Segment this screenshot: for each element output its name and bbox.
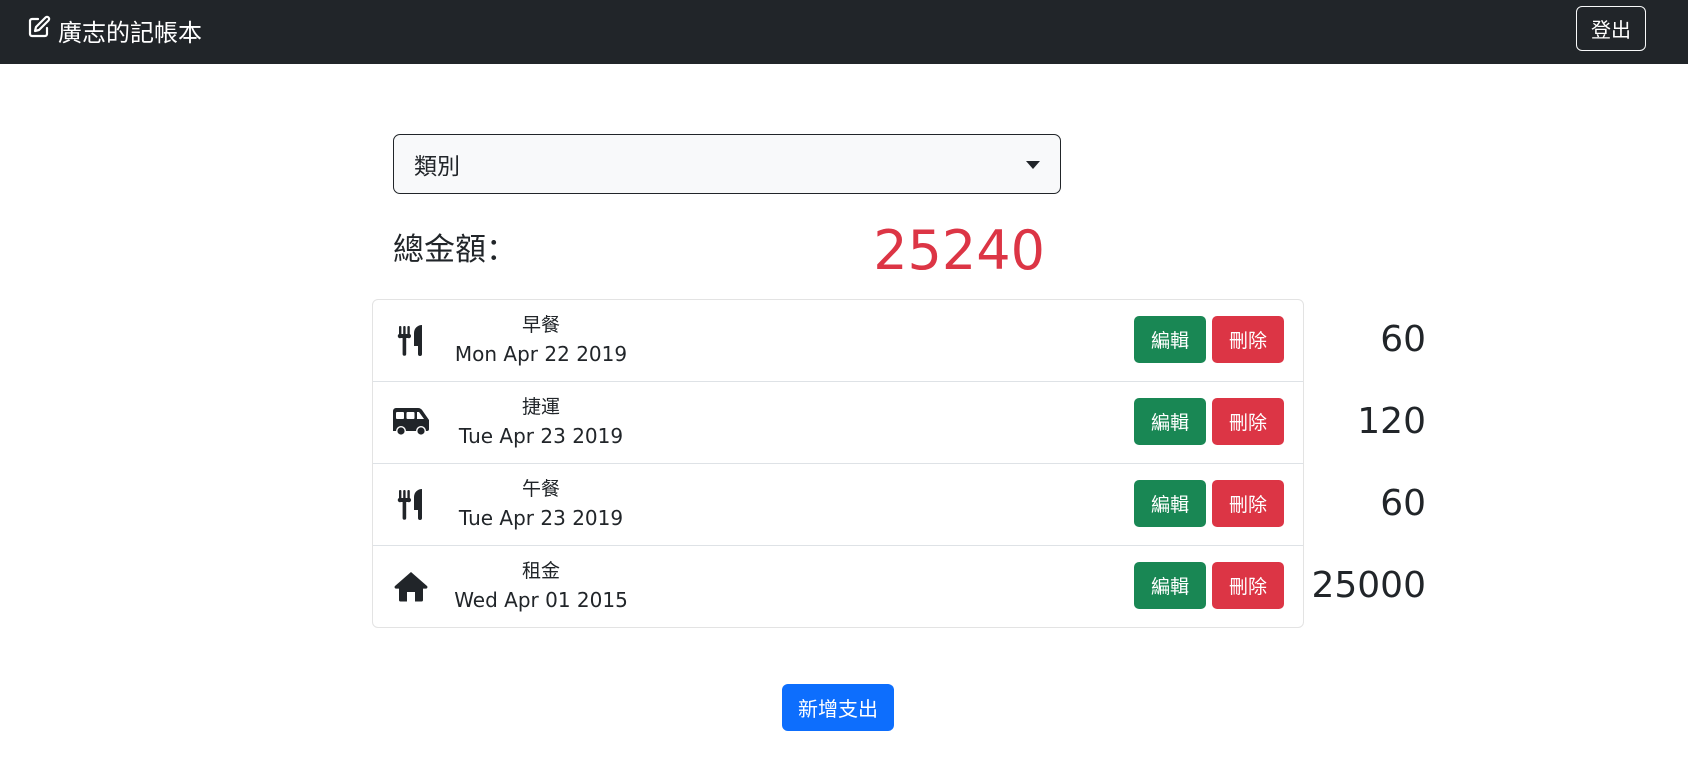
logout-button[interactable]: 登出 bbox=[1576, 6, 1646, 51]
total-amount: 25240 bbox=[873, 219, 1045, 282]
category-select[interactable]: 類別 bbox=[393, 134, 1061, 194]
brand-title: 廣志的記帳本 bbox=[58, 18, 202, 47]
edit-button[interactable]: 編輯 bbox=[1134, 562, 1206, 609]
edit-button[interactable]: 編輯 bbox=[1134, 398, 1206, 445]
home-icon bbox=[391, 568, 431, 604]
delete-button[interactable]: 刪除 bbox=[1212, 398, 1284, 445]
expense-row: 早餐 Mon Apr 22 2019 60 編輯 刪除 bbox=[373, 300, 1426, 382]
total-label: 總金額： bbox=[393, 232, 517, 268]
expense-name: 早餐 bbox=[521, 314, 560, 336]
expense-info: 早餐 Mon Apr 22 2019 bbox=[441, 311, 641, 369]
expense-date: Mon Apr 22 2019 bbox=[454, 342, 628, 366]
add-expense-button[interactable]: 新增支出 bbox=[782, 684, 894, 731]
brand[interactable]: 廣志的記帳本 bbox=[27, 13, 202, 47]
caret-down-icon bbox=[1026, 161, 1040, 169]
expense-info: 租金 Wed Apr 01 2015 bbox=[441, 557, 641, 615]
expense-date: Tue Apr 23 2019 bbox=[458, 506, 624, 530]
delete-button[interactable]: 刪除 bbox=[1212, 316, 1284, 363]
expense-row: 租金 Wed Apr 01 2015 25000 編輯 刪除 bbox=[373, 546, 1426, 627]
utensils-icon bbox=[391, 322, 431, 358]
expense-row: 午餐 Tue Apr 23 2019 60 編輯 刪除 bbox=[373, 464, 1426, 546]
utensils-icon bbox=[391, 486, 431, 522]
delete-button[interactable]: 刪除 bbox=[1212, 562, 1284, 609]
expense-info: 午餐 Tue Apr 23 2019 bbox=[441, 475, 641, 533]
expense-name: 捷運 bbox=[521, 396, 560, 418]
edit-button[interactable]: 編輯 bbox=[1134, 480, 1206, 527]
category-select-value: 類別 bbox=[414, 154, 460, 180]
shuttle-van-icon bbox=[391, 404, 431, 440]
expense-date: Tue Apr 23 2019 bbox=[458, 424, 624, 448]
expense-name: 租金 bbox=[521, 560, 560, 582]
expense-info: 捷運 Tue Apr 23 2019 bbox=[441, 393, 641, 451]
expense-date: Wed Apr 01 2015 bbox=[454, 588, 628, 612]
edit-button[interactable]: 編輯 bbox=[1134, 316, 1206, 363]
expense-name: 午餐 bbox=[521, 478, 560, 500]
expense-row: 捷運 Tue Apr 23 2019 120 編輯 刪除 bbox=[373, 382, 1426, 464]
edit-icon bbox=[27, 15, 58, 45]
top-navbar: 廣志的記帳本 登出 bbox=[0, 0, 1688, 64]
delete-button[interactable]: 刪除 bbox=[1212, 480, 1284, 527]
expense-list: 早餐 Mon Apr 22 2019 60 編輯 刪除 捷運 Tue Apr 2… bbox=[372, 299, 1426, 628]
